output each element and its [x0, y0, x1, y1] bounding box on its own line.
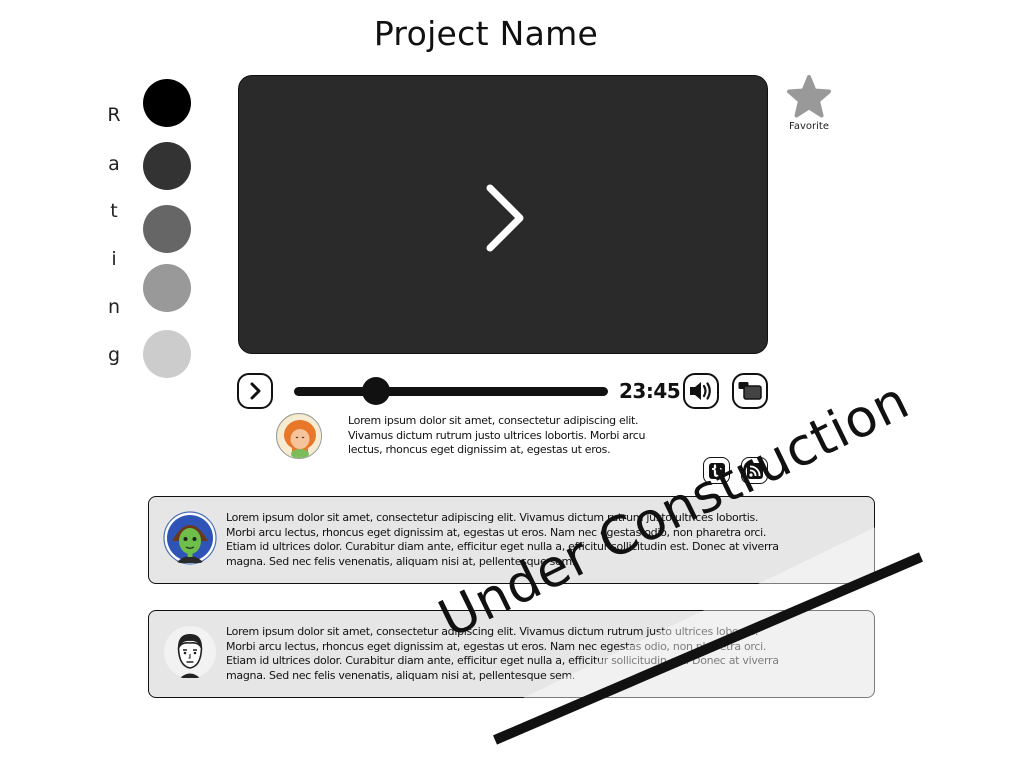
rating-letter: g [107, 344, 121, 366]
rating-letter: n [107, 296, 121, 318]
rating-level-2[interactable] [143, 142, 191, 190]
progress-thumb[interactable] [361, 377, 390, 405]
window-icon [738, 382, 762, 400]
comment-card: Lorem ipsum dolor sit amet, consectetur … [148, 610, 875, 698]
rating-level-1[interactable] [143, 79, 191, 127]
avatar [163, 511, 217, 565]
rating-letter: R [107, 104, 121, 126]
video-description: Lorem ipsum dolor sit amet, consectetur … [348, 414, 646, 457]
rating-letter: t [110, 200, 118, 222]
avatar [163, 625, 217, 679]
page-title: Project Name [373, 14, 599, 53]
volume-button[interactable] [683, 373, 719, 409]
play-icon [250, 382, 261, 400]
rating-level-3[interactable] [143, 205, 191, 253]
time-display: 23:45 [619, 379, 681, 403]
play-button[interactable] [237, 373, 273, 409]
rating-letter: i [111, 248, 117, 270]
progress-track[interactable] [294, 387, 608, 396]
favorite-button[interactable]: Favorite [786, 75, 832, 132]
volume-icon [690, 382, 711, 400]
star-icon [787, 75, 831, 118]
avatar [276, 413, 322, 459]
rating-level-5[interactable] [143, 330, 191, 378]
fullscreen-button[interactable] [732, 373, 768, 409]
rating-level-4[interactable] [143, 264, 191, 312]
favorite-label: Favorite [789, 121, 829, 132]
play-icon[interactable] [470, 178, 540, 258]
rating-letter: a [108, 153, 120, 175]
comment-text: Lorem ipsum dolor sit amet, consectetur … [226, 625, 779, 682]
